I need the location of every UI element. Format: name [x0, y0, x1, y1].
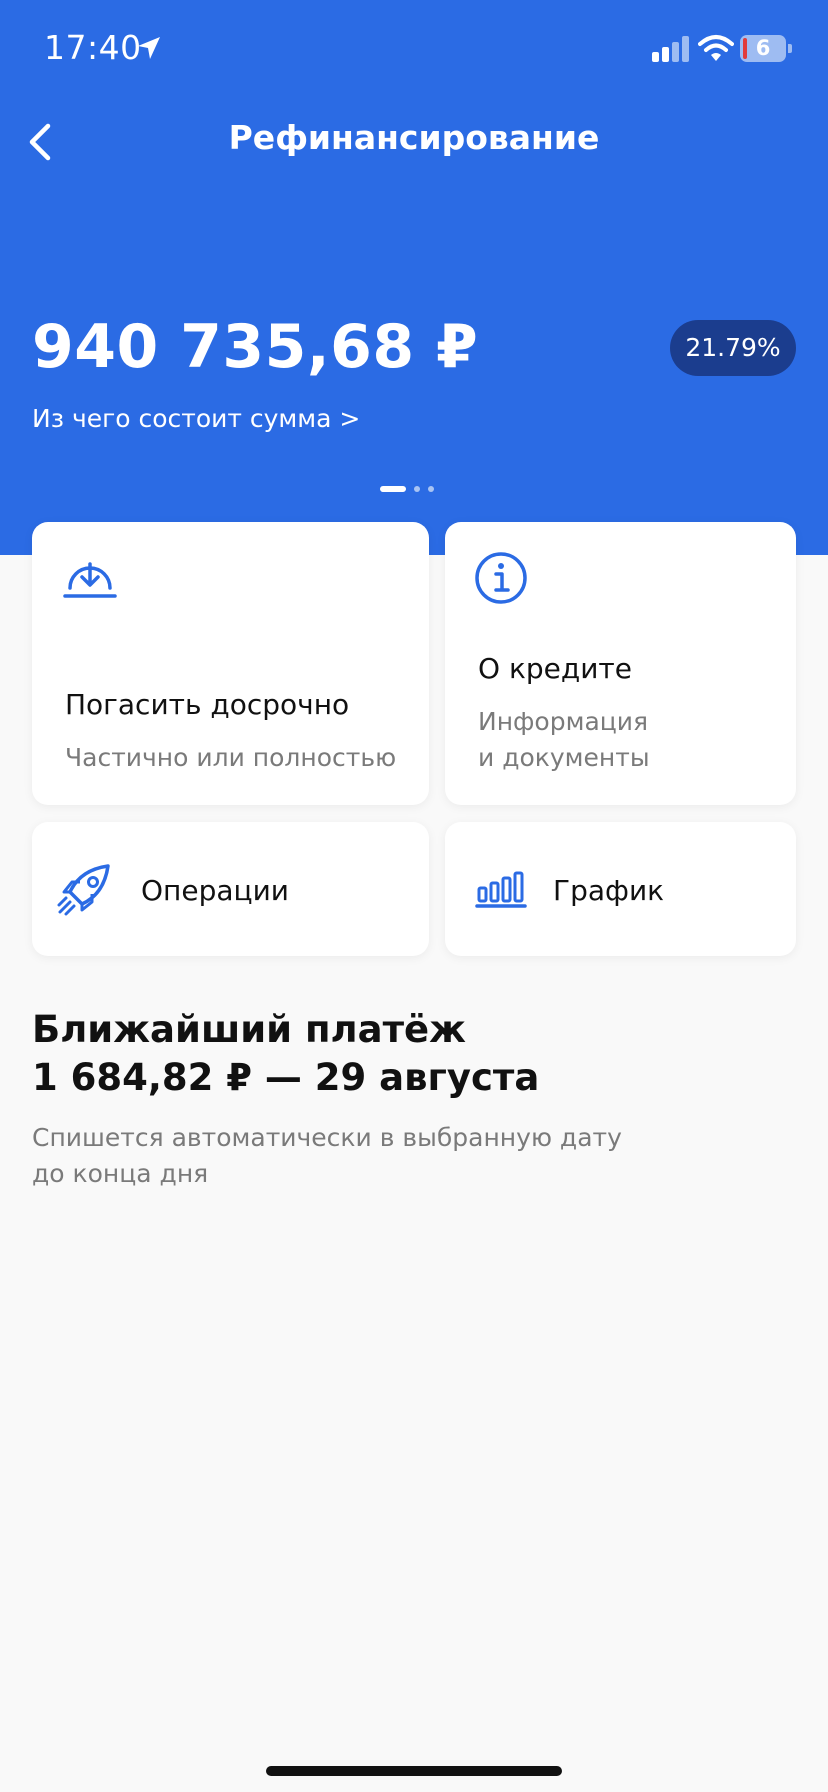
rocket-icon	[57, 864, 110, 916]
next-payment-note-line2: до конца дня	[32, 1159, 209, 1188]
page-dot-active	[380, 486, 406, 492]
next-payment-heading: Ближайший платёж	[32, 1008, 466, 1051]
next-payment-note: Спишется автоматически в выбранную дату …	[32, 1120, 672, 1192]
status-time: 17:40	[44, 28, 142, 67]
next-payment-note-line1: Спишется автоматически в выбранную дату	[32, 1123, 622, 1152]
operations-card[interactable]: Операции	[32, 822, 429, 956]
battery-level: 6	[755, 36, 771, 60]
schedule-title: График	[553, 874, 665, 907]
interest-rate-badge: 21.79%	[670, 320, 796, 376]
loan-info-subtitle-line1: Информация	[478, 707, 649, 736]
battery-tip	[788, 44, 792, 53]
repay-early-card[interactable]: Погасить досрочно Частично или полностью	[32, 522, 429, 805]
schedule-card[interactable]: График	[445, 822, 796, 956]
battery-indicator: 6	[740, 35, 786, 62]
balance-breakdown-link[interactable]: Из чего состоит сумма >	[32, 404, 360, 433]
download-icon	[63, 562, 117, 598]
page-dot	[414, 486, 420, 492]
cellular-signal-icon	[652, 36, 689, 62]
loan-balance: 940 735,68 ₽	[32, 312, 479, 382]
location-arrow-icon	[138, 37, 160, 59]
page-title: Рефинансирование	[228, 118, 600, 157]
wifi-icon	[698, 35, 734, 61]
next-payment: Ближайший платёж 1 684,82 ₽ — 29 августа	[32, 1006, 539, 1102]
status-bar: 17:40 6	[0, 0, 828, 100]
home-indicator[interactable]	[266, 1766, 562, 1776]
info-icon	[475, 552, 527, 604]
operations-title: Операции	[141, 874, 289, 907]
bar-chart-icon	[475, 871, 527, 908]
header: 17:40 6 Рефинансирование 940 735,68 ₽ 21…	[0, 0, 828, 555]
loan-info-card[interactable]: О кредите Информация и документы	[445, 522, 796, 805]
repay-early-subtitle: Частично или полностью	[65, 743, 397, 772]
loan-info-subtitle-line2: и документы	[478, 743, 650, 772]
loan-info-title: О кредите	[478, 652, 632, 685]
page-dot	[428, 486, 434, 492]
repay-early-title: Погасить досрочно	[65, 688, 350, 721]
next-payment-amount-date: 1 684,82 ₽ — 29 августа	[32, 1056, 540, 1099]
